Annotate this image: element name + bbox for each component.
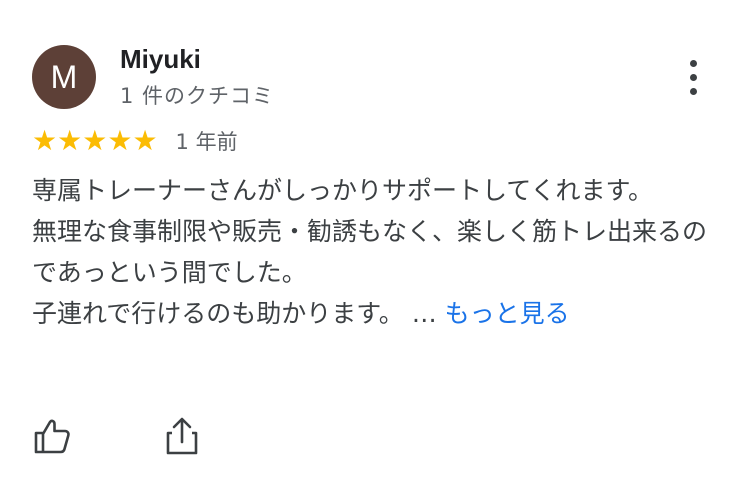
star-icon: ★ <box>107 124 133 157</box>
thumb-up-icon <box>34 419 70 454</box>
avatar[interactable]: M <box>32 45 96 109</box>
review-last-line: 子連れで行けるのも助かります。 <box>32 299 404 328</box>
like-button[interactable] <box>32 416 72 456</box>
review-paragraph-1: 専属トレーナーさんがしっかりサポートしてくれます。 <box>32 176 654 205</box>
author-name[interactable]: Miyuki <box>120 44 201 75</box>
review-paragraph-2: 無理な食事制限や販売・勧誘もなく、楽しく筋トレ出来るのであっという間でした。 <box>32 217 708 287</box>
star-icon: ★ <box>82 124 108 157</box>
avatar-initial: M <box>50 58 78 95</box>
ellipsis: … <box>403 299 445 328</box>
rating-row: ★ ★ ★ ★ ★ 1 年前 <box>32 126 238 156</box>
review-date: 1 年前 <box>175 130 238 154</box>
review-text: 専属トレーナーさんがしっかりサポートしてくれます。 無理な食事制限や販売・勧誘も… <box>32 170 722 334</box>
star-icon: ★ <box>57 124 83 157</box>
review-actions <box>32 416 292 456</box>
more-options-button[interactable] <box>680 58 708 98</box>
star-icon: ★ <box>132 124 158 157</box>
read-more-link[interactable]: もっと見る <box>445 299 570 328</box>
share-button[interactable] <box>162 416 202 456</box>
review-paragraph-3: 子連れで行けるのも助かります。 … もっと見る <box>32 293 722 334</box>
author-review-count: 1 件のクチコミ <box>120 84 275 108</box>
more-vert-icon <box>690 60 697 67</box>
star-icon: ★ <box>32 124 58 157</box>
share-icon <box>166 417 198 455</box>
star-rating: ★ ★ ★ ★ ★ <box>32 126 158 156</box>
